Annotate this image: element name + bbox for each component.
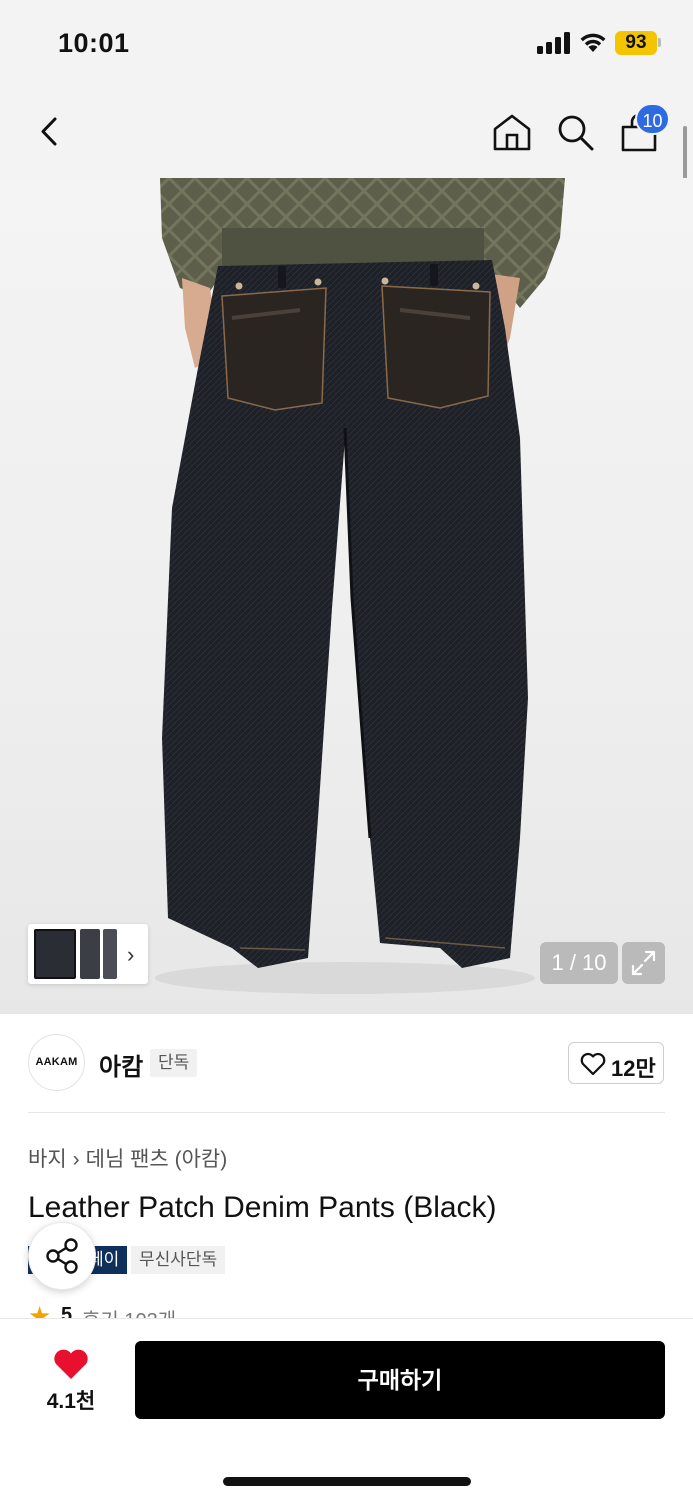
product-photo — [155, 178, 565, 994]
brand-row: AAKAM 아캄 단독 12만 — [0, 1014, 693, 1114]
thumbnail-next-chevron-icon[interactable]: › — [127, 942, 134, 968]
share-button[interactable] — [28, 1222, 96, 1290]
brand-like-count: 12만 — [611, 1056, 656, 1081]
home-icon[interactable] — [490, 110, 534, 154]
breadcrumb: 바지 › 데님 팬츠 (아캄) — [28, 1143, 227, 1173]
battery-indicator: 93 — [615, 31, 657, 55]
search-icon[interactable] — [553, 110, 597, 154]
brand-name[interactable]: 아캄 — [99, 1047, 143, 1082]
share-icon — [46, 1238, 78, 1274]
rating-row[interactable]: ★ 5 후기 103개 — [28, 1300, 328, 1320]
buy-button[interactable]: 구매하기 — [135, 1341, 665, 1419]
expand-icon — [631, 950, 656, 976]
breadcrumb-separator-icon: › — [72, 1148, 80, 1171]
status-time: 10:01 — [58, 28, 130, 58]
brand-exclusive-tag: 단독 — [150, 1049, 198, 1077]
wifi-icon — [580, 33, 606, 52]
thumbnail-1[interactable] — [34, 929, 76, 979]
top-nav-bar — [0, 90, 693, 178]
cart-count-badge: 10 — [635, 103, 670, 135]
musinsa-exclusive-tag: 무신사단독 — [131, 1246, 226, 1274]
product-like-count: 4.1천 — [46, 1390, 96, 1413]
product-image-gallery[interactable]: › 1 / 10 — [0, 178, 693, 1014]
heart-outline-icon — [580, 1052, 606, 1076]
battery-tip — [658, 38, 661, 47]
thumbnail-2[interactable] — [80, 929, 100, 979]
image-page-counter: 1 / 10 — [540, 942, 618, 984]
divider — [28, 1112, 665, 1113]
product-title: Leather Patch Denim Pants (Black) — [28, 1191, 497, 1224]
brand-logo[interactable]: AAKAM — [28, 1034, 85, 1091]
breadcrumb-item-category[interactable]: 바지 — [28, 1148, 67, 1171]
chevron-left-icon[interactable] — [28, 110, 72, 154]
brand-like-button[interactable]: 12만 — [568, 1042, 664, 1084]
bottom-purchase-bar: 4.1천 구매하기 — [0, 1318, 693, 1500]
breadcrumb-item-subcategory[interactable]: 데님 팬츠 (아캄) — [86, 1148, 228, 1171]
thumbnail-strip[interactable]: › — [28, 924, 148, 984]
cellular-signal-icon — [537, 32, 571, 54]
heart-filled-icon[interactable] — [52, 1347, 90, 1381]
status-bar: 10:01 93 — [0, 0, 693, 90]
home-indicator — [223, 1477, 471, 1486]
thumbnail-3[interactable] — [103, 929, 117, 979]
expand-image-button[interactable] — [622, 942, 665, 984]
